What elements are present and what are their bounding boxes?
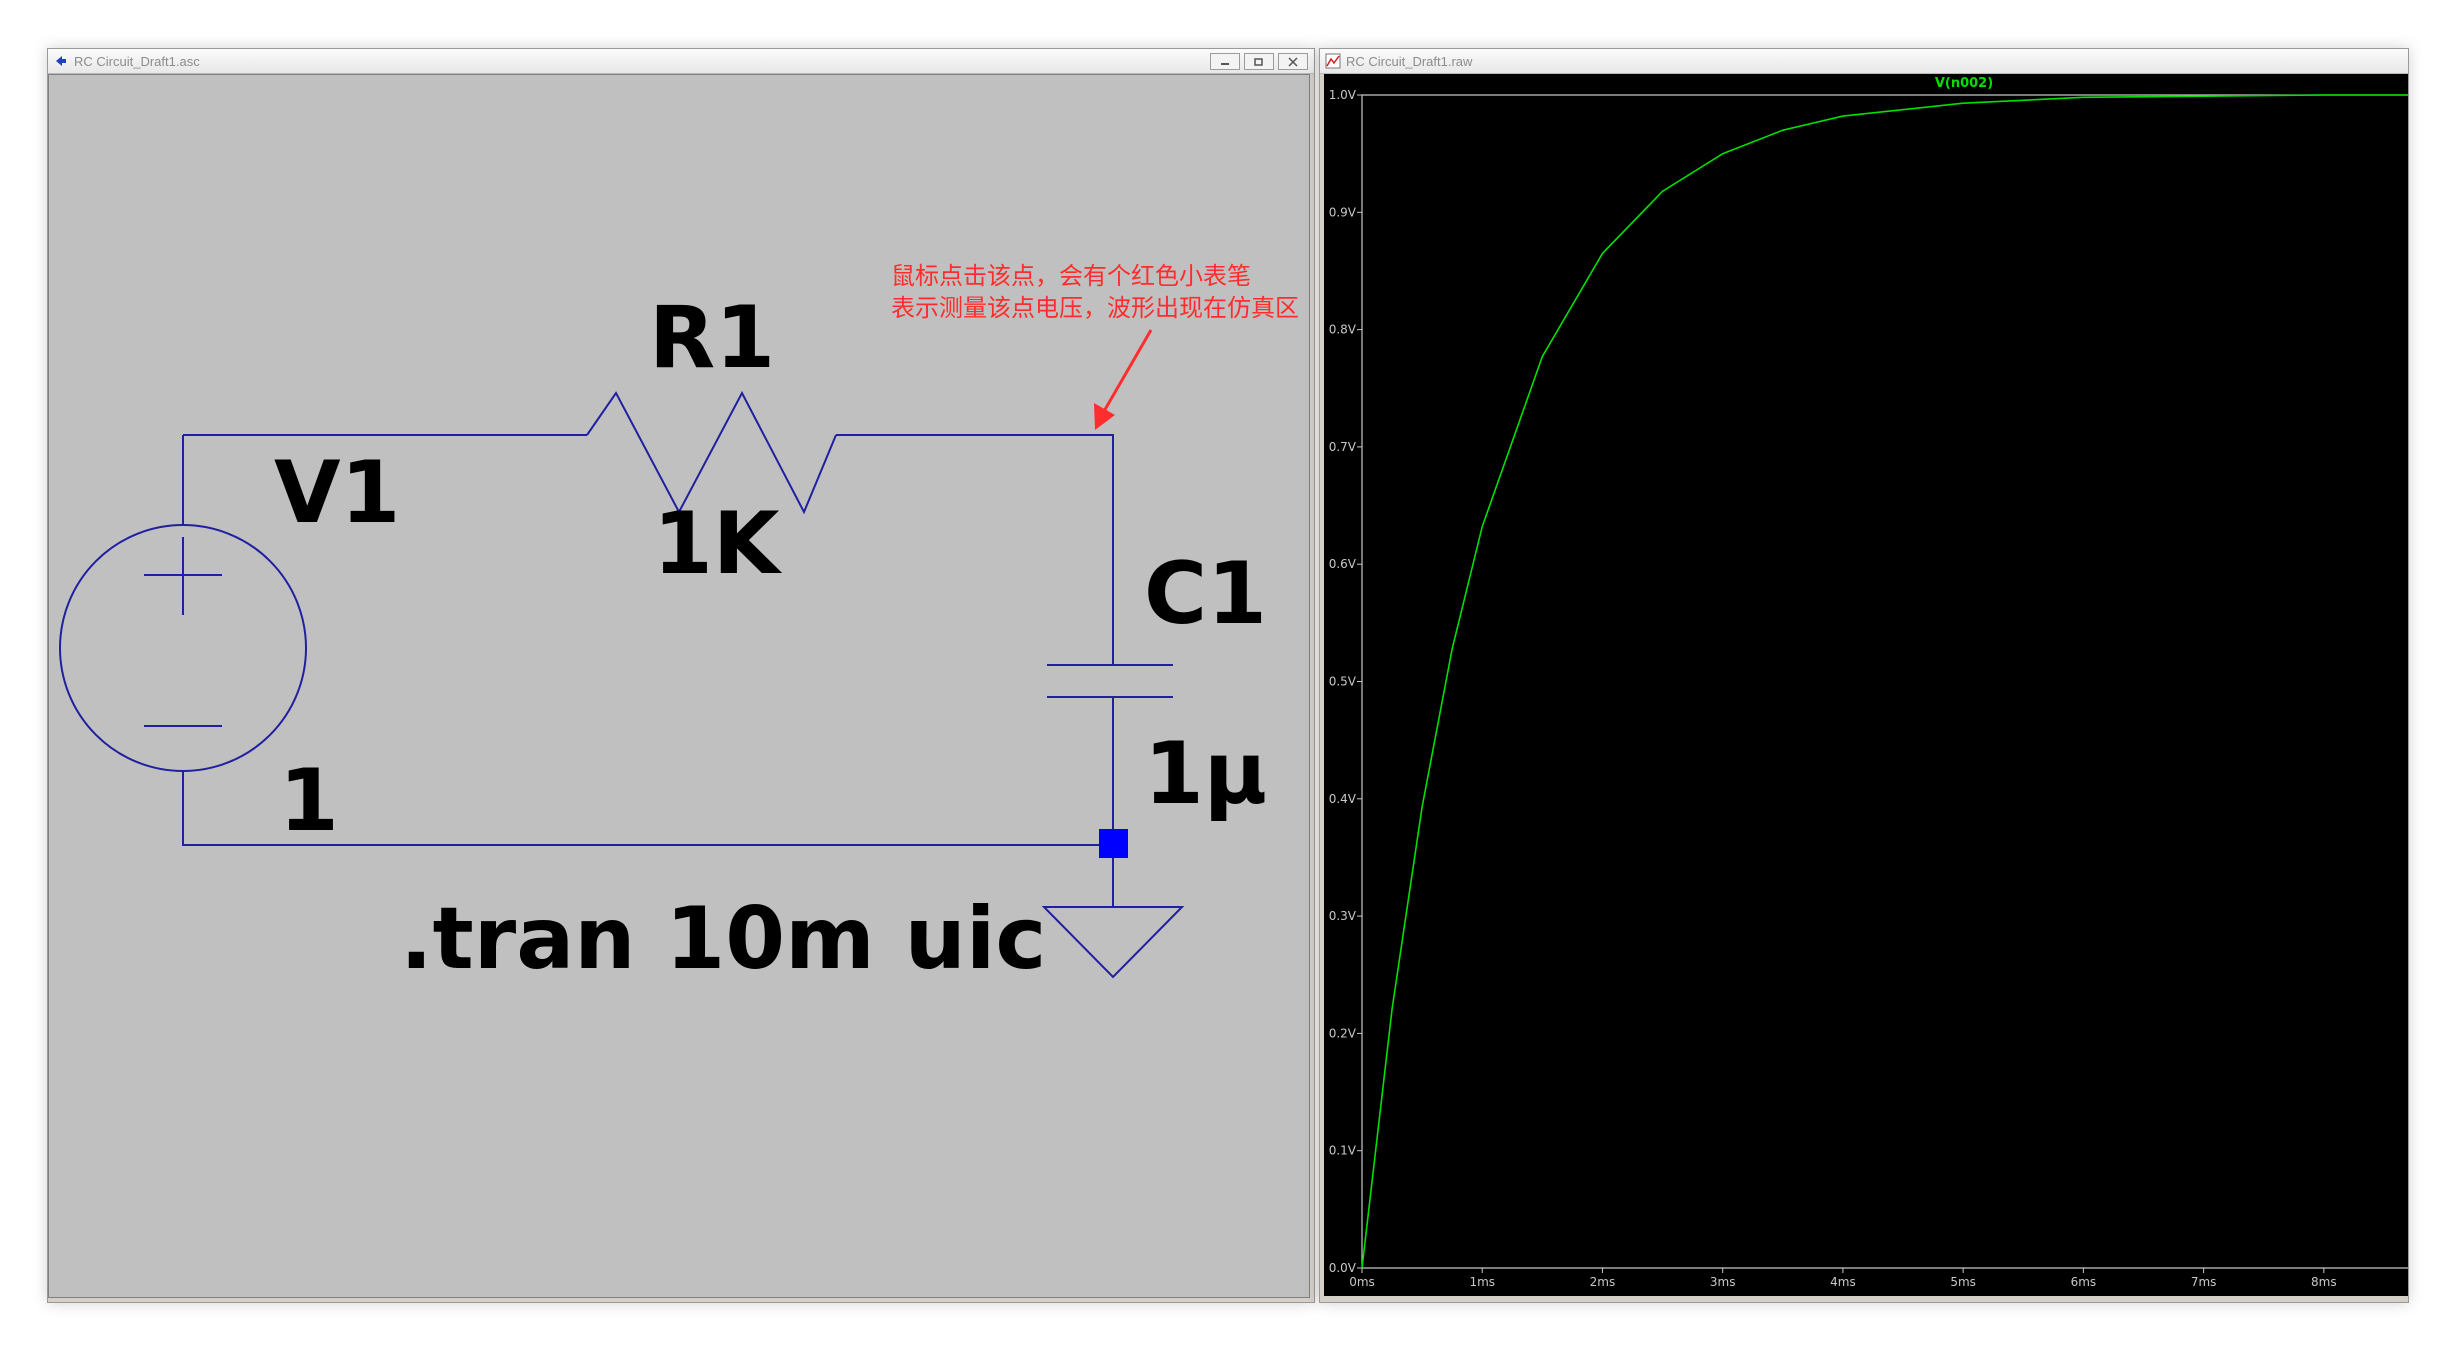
waveform-viewer-icon xyxy=(1325,53,1341,69)
resistor-name-label: R1 xyxy=(649,288,775,388)
schematic-titlebar[interactable]: RC Circuit_Draft1.asc xyxy=(48,49,1314,74)
schematic-window-title: RC Circuit_Draft1.asc xyxy=(74,54,200,69)
y-tick-label: 0.3V xyxy=(1329,909,1357,923)
y-tick-label: 0.5V xyxy=(1329,675,1357,689)
y-tick-label: 0.8V xyxy=(1329,323,1357,337)
waveform-plot-area[interactable]: V(n002) 0.0V 0.1V 0.2V 0.3V 0.4V 0.5V 0.6V 0.7V… xyxy=(1324,74,2408,1296)
capacitor-name-label: C1 xyxy=(1144,544,1267,644)
annotation-line-1: 鼠标点击该点，会有个红色小表笔 xyxy=(891,262,1251,290)
x-tick-label: 3ms xyxy=(1710,1275,1736,1289)
capacitor-value-label: 1μ xyxy=(1144,724,1267,824)
waveform-titlebar[interactable]: RC Circuit_Draft1.raw xyxy=(1320,49,2408,74)
close-button[interactable] xyxy=(1278,53,1308,70)
x-tick-label: 5ms xyxy=(1950,1275,1976,1289)
y-tick-label: 0.4V xyxy=(1329,792,1357,806)
y-tick-label: 0.1V xyxy=(1329,1144,1357,1158)
x-tick-label: 2ms xyxy=(1590,1275,1616,1289)
schematic-window: RC Circuit_Draft1.asc R1 1K V1 1 C1 1μ .… xyxy=(47,48,1315,1303)
x-tick-label: 8ms xyxy=(2311,1275,2337,1289)
trace-v-n002[interactable] xyxy=(1361,94,2408,1269)
y-tick-label: 0.6V xyxy=(1329,557,1357,571)
x-tick-label: 4ms xyxy=(1830,1275,1856,1289)
minimize-button[interactable] xyxy=(1210,53,1240,70)
y-tick-label: 1.0V xyxy=(1329,88,1357,102)
y-tick-label: 0.9V xyxy=(1329,205,1357,219)
minimize-icon xyxy=(1221,62,1229,65)
annotation-arrowhead xyxy=(1094,403,1115,430)
x-tick-label: 6ms xyxy=(2071,1275,2097,1289)
source-plus-sign xyxy=(144,537,222,615)
spice-directive[interactable]: .tran 10m uic xyxy=(400,889,1046,989)
annotation-arrow xyxy=(1101,329,1153,414)
y-tick-label: 0.2V xyxy=(1329,1026,1357,1040)
x-tick-label: 7ms xyxy=(2191,1275,2217,1289)
source-value-label: 1 xyxy=(279,751,339,851)
source-name-label: V1 xyxy=(274,443,400,543)
close-icon xyxy=(1288,56,1298,67)
ground-symbol[interactable] xyxy=(1041,906,1185,979)
node-n002-marker[interactable] xyxy=(1099,829,1128,858)
waveform-window-title: RC Circuit_Draft1.raw xyxy=(1346,54,1473,69)
resistor-value-label: 1K xyxy=(653,494,783,594)
waveform-window: RC Circuit_Draft1.raw V(n002) 0.0V 0.1V 0.… xyxy=(1319,48,2409,1303)
y-tick-label: 0.0V xyxy=(1329,1261,1357,1275)
restore-button[interactable] xyxy=(1244,53,1274,70)
capacitor-c1-symbol[interactable] xyxy=(1047,664,1173,698)
schematic-canvas[interactable]: R1 1K V1 1 C1 1μ .tran 10m uic 鼠标点击该点，会有… xyxy=(48,74,1310,1298)
ltspice-schematic-icon xyxy=(56,56,66,66)
restore-icon xyxy=(1254,57,1263,66)
trace-label[interactable]: V(n002) xyxy=(1935,76,1993,91)
x-tick-label: 1ms xyxy=(1469,1275,1495,1289)
x-tick-label: 0ms xyxy=(1349,1275,1375,1289)
annotation-line-2: 表示测量该点电压，波形出现在仿真区 xyxy=(891,294,1299,322)
y-tick-label: 0.7V xyxy=(1329,440,1357,454)
plot-frame xyxy=(1361,94,2408,1269)
wire-top-right[interactable] xyxy=(836,434,1114,665)
